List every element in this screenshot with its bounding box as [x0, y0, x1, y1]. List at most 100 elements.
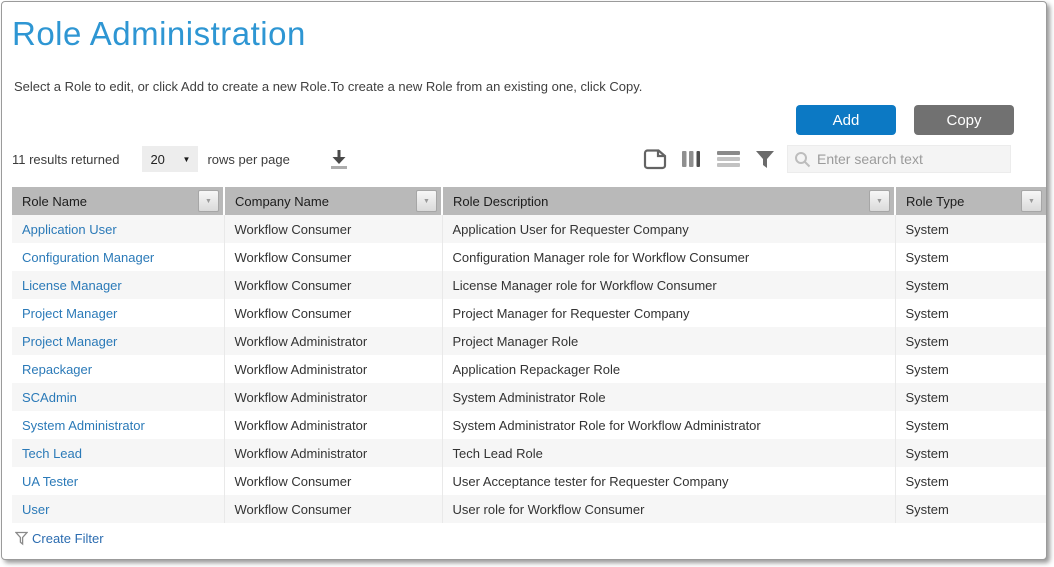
chevron-down-icon: ▼ — [205, 198, 212, 205]
grid-toolbar: 11 results returned 20 ▼ rows per page — [12, 144, 1038, 174]
role-description-cell: Tech Lead Role — [442, 439, 895, 467]
company-name-cell: Workflow Consumer — [224, 467, 442, 495]
column-header[interactable]: Role Type ▼ — [895, 187, 1046, 215]
role-name-link[interactable]: Repackager — [22, 362, 92, 377]
table-row[interactable]: License Manager Workflow Consumer Licens… — [12, 271, 1046, 299]
column-filter-button[interactable]: ▼ — [869, 190, 890, 212]
results-count: 11 results returned — [12, 152, 119, 167]
role-type-cell: System — [895, 411, 1046, 439]
column-header-label: Role Description — [453, 194, 548, 209]
company-name-cell: Workflow Consumer — [224, 495, 442, 523]
company-name-cell: Workflow Consumer — [224, 243, 442, 271]
column-header[interactable]: Role Description ▼ — [442, 187, 895, 215]
company-name-cell: Workflow Administrator — [224, 327, 442, 355]
download-icon[interactable] — [327, 148, 351, 171]
column-filter-button[interactable]: ▼ — [198, 190, 219, 212]
table-row[interactable]: Project Manager Workflow Administrator P… — [12, 327, 1046, 355]
role-name-cell: Project Manager — [12, 299, 224, 327]
chevron-down-icon: ▼ — [423, 198, 430, 205]
table-row[interactable]: UA Tester Workflow Consumer User Accepta… — [12, 467, 1046, 495]
role-description-cell: Project Manager for Requester Company — [442, 299, 895, 327]
role-name-cell: Configuration Manager — [12, 243, 224, 271]
role-name-link[interactable]: Tech Lead — [22, 446, 82, 461]
role-type-cell: System — [895, 299, 1046, 327]
role-name-link[interactable]: Application User — [22, 222, 117, 237]
group-panel-icon[interactable] — [716, 150, 741, 168]
table-header-row: Role Name ▼ Company Name ▼ Role Descript… — [12, 187, 1046, 215]
page-title: Role Administration — [12, 15, 306, 53]
role-type-cell: System — [895, 271, 1046, 299]
table-row[interactable]: Repackager Workflow Administrator Applic… — [12, 355, 1046, 383]
role-name-link[interactable]: UA Tester — [22, 474, 78, 489]
role-name-cell: System Administrator — [12, 411, 224, 439]
chevron-down-icon: ▼ — [876, 198, 883, 205]
column-filter-button[interactable]: ▼ — [1021, 190, 1042, 212]
roles-table: Role Name ▼ Company Name ▼ Role Descript… — [12, 187, 1046, 523]
grid-control-icons — [643, 149, 775, 170]
role-type-cell: System — [895, 215, 1046, 243]
company-name-cell: Workflow Administrator — [224, 355, 442, 383]
search-input[interactable] — [817, 151, 1004, 167]
page-subtitle: Select a Role to edit, or click Add to c… — [14, 79, 642, 94]
company-name-cell: Workflow Administrator — [224, 383, 442, 411]
add-button[interactable]: Add — [796, 105, 896, 135]
column-header[interactable]: Role Name ▼ — [12, 187, 224, 215]
search-icon — [794, 151, 811, 168]
role-type-cell: System — [895, 439, 1046, 467]
company-name-cell: Workflow Administrator — [224, 439, 442, 467]
company-name-cell: Workflow Consumer — [224, 299, 442, 327]
rows-per-page-select[interactable]: 20 ▼ — [142, 146, 198, 172]
role-name-link[interactable]: System Administrator — [22, 418, 145, 433]
company-name-cell: Workflow Consumer — [224, 215, 442, 243]
filter-icon[interactable] — [755, 150, 775, 169]
table-row[interactable]: SCAdmin Workflow Administrator System Ad… — [12, 383, 1046, 411]
role-type-cell: System — [895, 467, 1046, 495]
role-description-cell: System Administrator Role — [442, 383, 895, 411]
role-name-link[interactable]: Project Manager — [22, 334, 117, 349]
create-filter-link[interactable]: Create Filter — [12, 524, 132, 552]
chevron-down-icon: ▼ — [1028, 198, 1035, 205]
role-description-cell: Application User for Requester Company — [442, 215, 895, 243]
role-description-cell: Application Repackager Role — [442, 355, 895, 383]
copy-button[interactable]: Copy — [914, 105, 1014, 135]
role-name-link[interactable]: Project Manager — [22, 306, 117, 321]
role-name-cell: User — [12, 495, 224, 523]
role-name-link[interactable]: SCAdmin — [22, 390, 77, 405]
rows-per-page-label: rows per page — [207, 152, 289, 167]
table-row[interactable]: Application User Workflow Consumer Appli… — [12, 215, 1046, 243]
role-type-cell: System — [895, 495, 1046, 523]
column-header-label: Role Name — [22, 194, 87, 209]
role-name-cell: UA Tester — [12, 467, 224, 495]
column-header[interactable]: Company Name ▼ — [224, 187, 442, 215]
search-box — [787, 145, 1011, 173]
table-row[interactable]: Tech Lead Workflow Administrator Tech Le… — [12, 439, 1046, 467]
role-description-cell: User role for Workflow Consumer — [442, 495, 895, 523]
role-name-link[interactable]: User — [22, 502, 49, 517]
role-description-cell: Project Manager Role — [442, 327, 895, 355]
role-name-cell: Repackager — [12, 355, 224, 383]
role-description-cell: User Acceptance tester for Requester Com… — [442, 467, 895, 495]
export-icon[interactable] — [643, 149, 667, 170]
role-name-link[interactable]: Configuration Manager — [22, 250, 154, 265]
column-filter-button[interactable]: ▼ — [416, 190, 437, 212]
table-row[interactable]: System Administrator Workflow Administra… — [12, 411, 1046, 439]
role-name-cell: SCAdmin — [12, 383, 224, 411]
role-type-cell: System — [895, 327, 1046, 355]
company-name-cell: Workflow Consumer — [224, 271, 442, 299]
table-row[interactable]: User Workflow Consumer User role for Wor… — [12, 495, 1046, 523]
column-header-label: Company Name — [235, 194, 329, 209]
rows-per-page-value: 20 — [150, 152, 164, 167]
role-name-cell: Application User — [12, 215, 224, 243]
table-row[interactable]: Configuration Manager Workflow Consumer … — [12, 243, 1046, 271]
column-chooser-icon[interactable] — [681, 149, 702, 169]
role-name-link[interactable]: License Manager — [22, 278, 122, 293]
role-description-cell: Configuration Manager role for Workflow … — [442, 243, 895, 271]
company-name-cell: Workflow Administrator — [224, 411, 442, 439]
role-type-cell: System — [895, 355, 1046, 383]
role-name-cell: License Manager — [12, 271, 224, 299]
column-header-label: Role Type — [906, 194, 964, 209]
action-buttons: Add Copy — [796, 105, 1014, 135]
role-description-cell: License Manager role for Workflow Consum… — [442, 271, 895, 299]
filter-outline-icon — [15, 531, 28, 546]
table-row[interactable]: Project Manager Workflow Consumer Projec… — [12, 299, 1046, 327]
